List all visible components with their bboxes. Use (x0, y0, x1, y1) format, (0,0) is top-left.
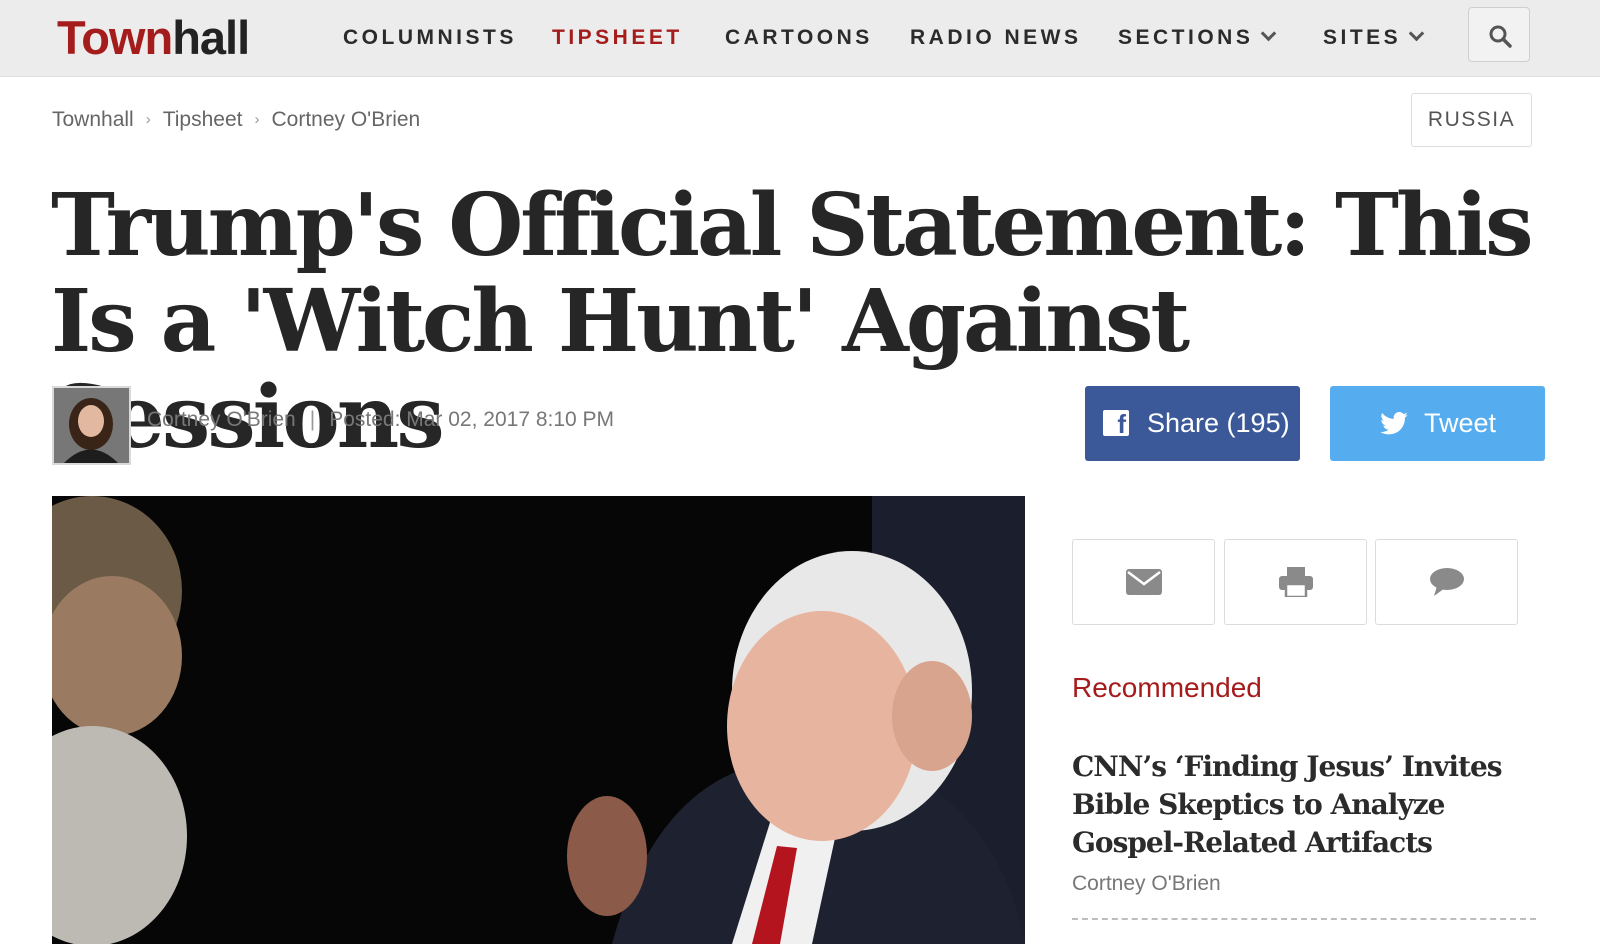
email-icon (1125, 569, 1162, 595)
nav-cartoons[interactable]: CARTOONS (725, 24, 873, 52)
search-icon (1489, 25, 1512, 48)
headline-line-2: Is a 'Witch Hunt' Against Sessions (51, 271, 1190, 468)
email-button[interactable] (1072, 539, 1215, 625)
breadcrumb-tipsheet[interactable]: Tipsheet (163, 108, 243, 131)
chevron-down-icon (1261, 25, 1277, 42)
chevron-down-icon (1408, 25, 1425, 42)
article-photo (52, 496, 1025, 944)
post-date: Posted: Mar 02, 2017 8:10 PM (329, 408, 615, 431)
headline-line-1: Trump's Official Statement: This (51, 175, 1534, 276)
breadcrumb: Townhall › Tipsheet › Cortney O'Brien (52, 108, 420, 132)
nav-sections[interactable]: SECTIONS (1118, 24, 1277, 52)
recommended-divider (1072, 918, 1536, 920)
nav-sites-label: SITES (1323, 26, 1402, 49)
jeff-sessions-photo (52, 496, 1025, 944)
comment-button[interactable] (1375, 539, 1518, 625)
tweet-button[interactable]: Tweet (1330, 386, 1545, 461)
nav-sites[interactable]: SITES (1323, 24, 1425, 52)
print-icon (1278, 567, 1313, 597)
comment-icon (1429, 568, 1464, 596)
top-navigation-bar: Townhall COLUMNISTS TIPSHEET CARTOONS RA… (0, 0, 1600, 77)
byline-separator: | (309, 408, 316, 431)
recommended-article-link[interactable]: CNN’s ‘Finding Jesus’ Invites Bible Skep… (1072, 748, 1542, 862)
byline: Cortney O'Brien | Posted: Mar 02, 2017 8:1… (147, 408, 614, 432)
recommended-heading: Recommended (1072, 672, 1262, 703)
nav-tipsheet[interactable]: TIPSHEET (552, 24, 683, 52)
nav-sections-label: SECTIONS (1118, 26, 1254, 49)
facebook-share-button[interactable]: f Share (195) (1085, 386, 1300, 461)
print-button[interactable] (1224, 539, 1367, 625)
nav-columnists[interactable]: COLUMNISTS (343, 24, 517, 52)
townhall-logo[interactable]: Townhall (57, 11, 250, 64)
breadcrumb-separator: › (254, 111, 260, 128)
breadcrumb-separator: › (145, 111, 151, 128)
recommended-article-author[interactable]: Cortney O'Brien (1072, 872, 1221, 896)
author-avatar[interactable] (52, 386, 131, 465)
nav-radio-news[interactable]: RADIO NEWS (910, 24, 1082, 52)
logo-hall-text: hall (172, 11, 250, 64)
breadcrumb-townhall[interactable]: Townhall (52, 108, 134, 131)
logo-town-text: Town (57, 11, 173, 64)
author-portrait-image (54, 388, 129, 463)
breadcrumb-author[interactable]: Cortney O'Brien (271, 108, 420, 131)
author-name[interactable]: Cortney O'Brien (147, 408, 296, 431)
topic-tag-russia[interactable]: RUSSIA (1411, 93, 1532, 147)
share-label: Share (195) (1147, 408, 1290, 438)
tweet-label: Tweet (1424, 408, 1497, 438)
facebook-icon: f (1103, 410, 1129, 438)
twitter-bird-icon (1380, 412, 1408, 435)
search-button[interactable] (1468, 7, 1530, 62)
